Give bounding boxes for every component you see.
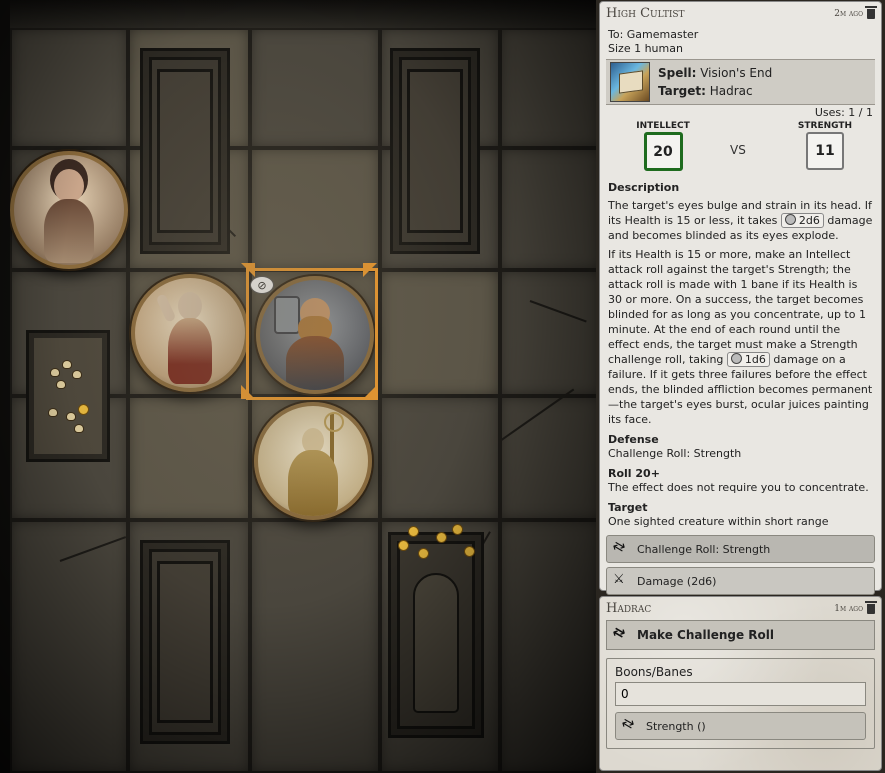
swap-arrows-icon [613, 542, 629, 556]
spell-label: Spell: [658, 66, 697, 80]
skull [62, 360, 72, 369]
resize-handle-bottom-left[interactable] [241, 385, 255, 399]
gold-coin [398, 540, 409, 551]
skull [72, 370, 82, 379]
description-paragraph-1: The target's eyes bulge and strain in it… [600, 194, 881, 243]
defense-text: Challenge Roll: Strength [608, 447, 742, 460]
challenge-roll-title: Make Challenge Roll [637, 628, 774, 642]
token-priest-staff[interactable] [254, 402, 372, 520]
floor-tile [380, 270, 500, 396]
message-time: 1m ago [834, 603, 863, 614]
spell-uses: Uses: 1 / 1 [814, 106, 873, 119]
sarcophagus [390, 48, 480, 254]
actor-size: Size 1 human [608, 42, 683, 55]
description-paragraph-2: If its Health is 15 or more, make an Int… [600, 243, 881, 427]
gold-coin [78, 404, 89, 415]
inline-roll[interactable]: 2d6 [780, 213, 824, 228]
floor-tile [500, 396, 600, 520]
target-text: One sighted creature within short range [608, 515, 829, 528]
sarcophagus-effigy [388, 532, 484, 738]
attack-roll-result[interactable]: 20 [643, 132, 683, 171]
defense-value: 11 [806, 132, 844, 170]
target-heading: Target [608, 501, 648, 514]
message-timestamp: 2m ago [834, 5, 877, 19]
map-shadow-left [0, 0, 10, 773]
floor-tile [500, 148, 600, 270]
gold-coin [436, 532, 447, 543]
target-name: Hadrac [709, 84, 753, 98]
challenge-roll-button[interactable]: Challenge Roll: Strength [606, 535, 875, 563]
description-text: If its Health is 15 or more, make an Int… [608, 248, 866, 366]
floor-tile [128, 396, 250, 520]
challenge-roll-form: Boons/Banes Strength () [606, 658, 875, 749]
message-timestamp: 1m ago [834, 600, 877, 614]
inline-roll-formula: 1d6 [744, 353, 766, 366]
inline-roll-formula: 2d6 [798, 214, 820, 227]
spell-name: Vision's End [700, 66, 773, 80]
challenge-roll-label: Challenge Roll: Strength [637, 542, 771, 556]
skull [66, 412, 76, 421]
token-bald-cultist[interactable] [131, 274, 249, 392]
swap-arrows-icon [613, 628, 629, 642]
spell-summary: Spell: Vision's End Target: Hadrac [606, 59, 875, 105]
roll20-heading: Roll 20+ [608, 467, 660, 480]
target-label: Target: [658, 84, 706, 98]
defense-attribute-label: Strength [797, 121, 853, 131]
defense-heading: Defense [608, 433, 659, 446]
floor-tile [500, 28, 600, 148]
strength-roll-button[interactable]: Strength () [615, 712, 866, 740]
trash-icon[interactable] [865, 5, 877, 19]
versus-label: VS [730, 143, 746, 157]
resize-handle-top-right[interactable] [363, 263, 377, 277]
message-whisper-to: To: Gamemaster [608, 28, 699, 41]
damage-roll-label: Damage (2d6) [637, 574, 717, 588]
d20-icon [730, 353, 742, 364]
d20-icon [784, 214, 796, 225]
description-heading: Description [608, 181, 680, 194]
attack-attribute-label: Intellect [636, 121, 690, 131]
sarcophagus [140, 540, 230, 744]
gold-coin [418, 548, 429, 559]
resize-handle-bottom-right[interactable] [363, 385, 377, 399]
floor-tile [500, 270, 600, 396]
gold-coin [452, 524, 463, 535]
gold-coin [408, 526, 419, 537]
skull [48, 408, 58, 417]
chat-log[interactable]: High Cultist 2m ago To: Gamemaster Size … [596, 0, 885, 773]
floor-tile [250, 520, 380, 773]
sarcophagus [140, 48, 230, 254]
floor-tile [380, 396, 500, 520]
floor-tile [250, 148, 380, 270]
floor-tile [10, 28, 128, 148]
resize-handle-top-left[interactable] [241, 263, 255, 277]
trash-icon[interactable] [865, 600, 877, 614]
skull [50, 368, 60, 377]
crossed-swords-icon [613, 572, 629, 588]
swap-arrows-icon [622, 719, 638, 733]
boons-banes-input[interactable] [615, 682, 866, 706]
skull [56, 380, 66, 389]
spellbook-icon [610, 62, 650, 102]
battle-map-canvas[interactable]: ⊘ [0, 0, 600, 773]
challenge-roll-header: Make Challenge Roll [606, 620, 875, 650]
attack-contest: Intellect 20 VS Strength 11 [600, 119, 881, 175]
damage-roll-button[interactable]: Damage (2d6) [606, 567, 875, 595]
map-shadow-top [0, 0, 600, 28]
gold-coin [464, 546, 475, 557]
roll20-text: The effect does not require you to conce… [608, 481, 869, 494]
message-time: 2m ago [834, 8, 863, 19]
floor-tile [500, 520, 600, 773]
floor-tile [250, 28, 380, 148]
chat-message-challenge: Hadrac 1m ago Make Challenge Roll Boons/… [599, 596, 882, 771]
boons-banes-label: Boons/Banes [615, 665, 693, 679]
message-speaker: Hadrac [606, 601, 652, 616]
skull [74, 424, 84, 433]
token-female-warrior[interactable] [10, 151, 128, 269]
bone-altar [26, 330, 110, 462]
message-speaker: High Cultist [606, 6, 685, 21]
inline-roll[interactable]: 1d6 [726, 352, 770, 367]
hidden-token-eye-icon: ⊘ [250, 276, 274, 294]
chat-message-spell: High Cultist 2m ago To: Gamemaster Size … [599, 1, 882, 595]
strength-roll-label: Strength () [646, 719, 706, 733]
